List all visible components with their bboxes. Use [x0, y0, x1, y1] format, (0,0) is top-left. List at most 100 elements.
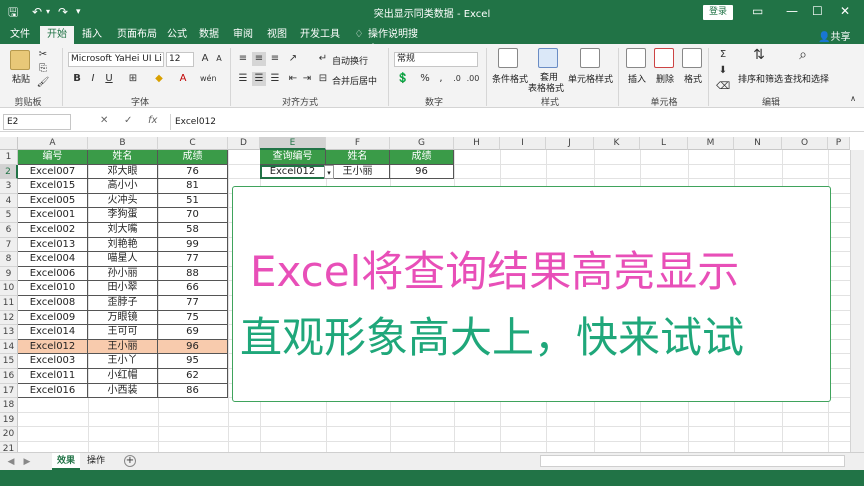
add-sheet-icon[interactable]: +	[124, 455, 136, 467]
tab-page-layout[interactable]: 页面布局	[114, 27, 160, 44]
autosum-icon[interactable]: Σ	[716, 48, 730, 62]
table-cell[interactable]: 51	[158, 193, 228, 209]
table-cell[interactable]: 95	[158, 354, 228, 369]
row-header-10[interactable]: 10	[0, 281, 18, 296]
share-button[interactable]: 👤共享	[818, 28, 850, 43]
row-header-15[interactable]: 15	[0, 354, 18, 369]
table-cell[interactable]: 歪脖子	[88, 296, 158, 311]
font-color-icon[interactable]: A	[176, 72, 190, 86]
query-result-cell[interactable]: 王小丽	[326, 164, 390, 180]
format-cells-icon[interactable]	[682, 48, 702, 68]
row-header-14[interactable]: 14	[0, 339, 18, 355]
row-header-13[interactable]: 13	[0, 325, 18, 340]
row-header-20[interactable]: 20	[0, 427, 18, 442]
table-header-cell[interactable]: 姓名	[88, 150, 158, 165]
merge-center-button[interactable]: 合并后居中	[332, 74, 377, 87]
copy-icon[interactable]: ⎘	[36, 62, 50, 76]
align-bottom-icon[interactable]: ≡	[268, 52, 282, 66]
cell-style-icon[interactable]	[580, 48, 600, 68]
collapse-ribbon-icon[interactable]: ∧	[846, 92, 860, 106]
table-cell[interactable]: 刘大嘴	[88, 223, 158, 238]
row-header-18[interactable]: 18	[0, 398, 18, 413]
query-header-cell[interactable]: 查询编号	[260, 150, 326, 165]
table-cell[interactable]: 喵星人	[88, 252, 158, 267]
query-result-cell[interactable]: 96	[390, 164, 454, 180]
align-left-icon[interactable]: ☰	[236, 72, 250, 86]
minimize-icon[interactable]: —	[786, 2, 798, 20]
close-icon[interactable]: ✕	[840, 2, 850, 20]
table-cell[interactable]: 70	[158, 208, 228, 223]
table-cell[interactable]: Excel002	[18, 223, 88, 238]
fill-color-icon[interactable]: ◆	[152, 72, 166, 86]
table-cell[interactable]: 99	[158, 237, 228, 253]
insert-function-icon[interactable]: fx	[148, 115, 157, 126]
column-header-a[interactable]: A	[18, 137, 88, 150]
table-cell[interactable]: 77	[158, 296, 228, 311]
highlighted-cell[interactable]: 96	[158, 339, 228, 355]
increase-decimal-icon[interactable]: .0	[450, 72, 464, 86]
table-cell[interactable]: 66	[158, 281, 228, 296]
table-header-cell[interactable]: 编号	[18, 150, 88, 165]
wrap-text-icon[interactable]: ↵	[316, 52, 330, 66]
horizontal-scrollbar[interactable]	[540, 455, 845, 467]
table-cell[interactable]: 77	[158, 252, 228, 267]
table-cell[interactable]: Excel005	[18, 193, 88, 209]
formula-input[interactable]: Excel012	[170, 114, 860, 130]
font-name-select[interactable]: Microsoft YaHei UI Li	[68, 52, 164, 67]
table-cell[interactable]: 86	[158, 383, 228, 399]
border-icon[interactable]: ⊞	[126, 72, 140, 86]
row-header-2[interactable]: 2	[0, 164, 18, 180]
table-cell[interactable]: 刘艳艳	[88, 237, 158, 253]
column-header-m[interactable]: M	[688, 137, 734, 150]
ribbon-display-icon[interactable]: ▭	[752, 2, 763, 20]
select-all-corner[interactable]	[0, 137, 18, 150]
table-cell[interactable]: 88	[158, 266, 228, 282]
table-cell[interactable]: 王小丫	[88, 354, 158, 369]
decrease-decimal-icon[interactable]: .00	[466, 72, 480, 86]
tab-review[interactable]: 审阅	[230, 27, 256, 44]
insert-cells-icon[interactable]	[626, 48, 646, 68]
align-right-icon[interactable]: ☰	[268, 72, 282, 86]
indent-icon[interactable]: ⇤	[286, 72, 300, 86]
conditional-format-button[interactable]: 条件格式	[492, 72, 528, 85]
tab-file[interactable]: 文件	[6, 27, 34, 44]
column-header-e[interactable]: E	[260, 137, 326, 150]
column-header-i[interactable]: I	[500, 137, 546, 150]
login-button[interactable]: 登录	[703, 5, 733, 20]
table-cell[interactable]: 小红帽	[88, 369, 158, 384]
table-cell[interactable]: 75	[158, 310, 228, 326]
cut-icon[interactable]: ✂	[36, 48, 50, 62]
column-header-p[interactable]: P	[828, 137, 850, 150]
table-cell[interactable]: Excel008	[18, 296, 88, 311]
align-middle-icon[interactable]: ≡	[252, 52, 266, 66]
next-sheet-icon[interactable]: ▶	[20, 455, 34, 469]
row-header-3[interactable]: 3	[0, 179, 18, 194]
maximize-icon[interactable]: ☐	[812, 2, 823, 20]
tab-formulas[interactable]: 公式	[164, 27, 190, 44]
fill-icon[interactable]: ⬇	[716, 64, 730, 78]
tab-insert[interactable]: 插入	[78, 27, 106, 44]
sheet-tab-effect[interactable]: 效果	[52, 453, 80, 470]
row-header-4[interactable]: 4	[0, 193, 18, 209]
row-header-6[interactable]: 6	[0, 223, 18, 238]
table-cell[interactable]: Excel010	[18, 281, 88, 296]
row-header-12[interactable]: 12	[0, 310, 18, 326]
delete-cells-icon[interactable]	[654, 48, 674, 68]
query-header-cell[interactable]: 成绩	[390, 150, 454, 165]
table-cell[interactable]: 58	[158, 223, 228, 238]
wrap-text-button[interactable]: 自动换行	[332, 54, 368, 67]
table-cell[interactable]: 62	[158, 369, 228, 384]
table-cell[interactable]: 76	[158, 164, 228, 180]
row-header-19[interactable]: 19	[0, 412, 18, 428]
vertical-scrollbar[interactable]	[850, 150, 864, 452]
format-painter-icon[interactable]: 🖌	[36, 76, 50, 90]
format-cells-button[interactable]: 格式	[684, 72, 702, 85]
table-cell[interactable]: Excel016	[18, 383, 88, 399]
table-cell[interactable]: Excel009	[18, 310, 88, 326]
tab-view[interactable]: 视图	[264, 27, 290, 44]
conditional-format-icon[interactable]	[498, 48, 518, 68]
table-cell[interactable]: Excel014	[18, 325, 88, 340]
table-cell[interactable]: 小西装	[88, 383, 158, 399]
highlighted-cell[interactable]: 王小丽	[88, 339, 158, 355]
italic-icon[interactable]: I	[86, 72, 100, 86]
